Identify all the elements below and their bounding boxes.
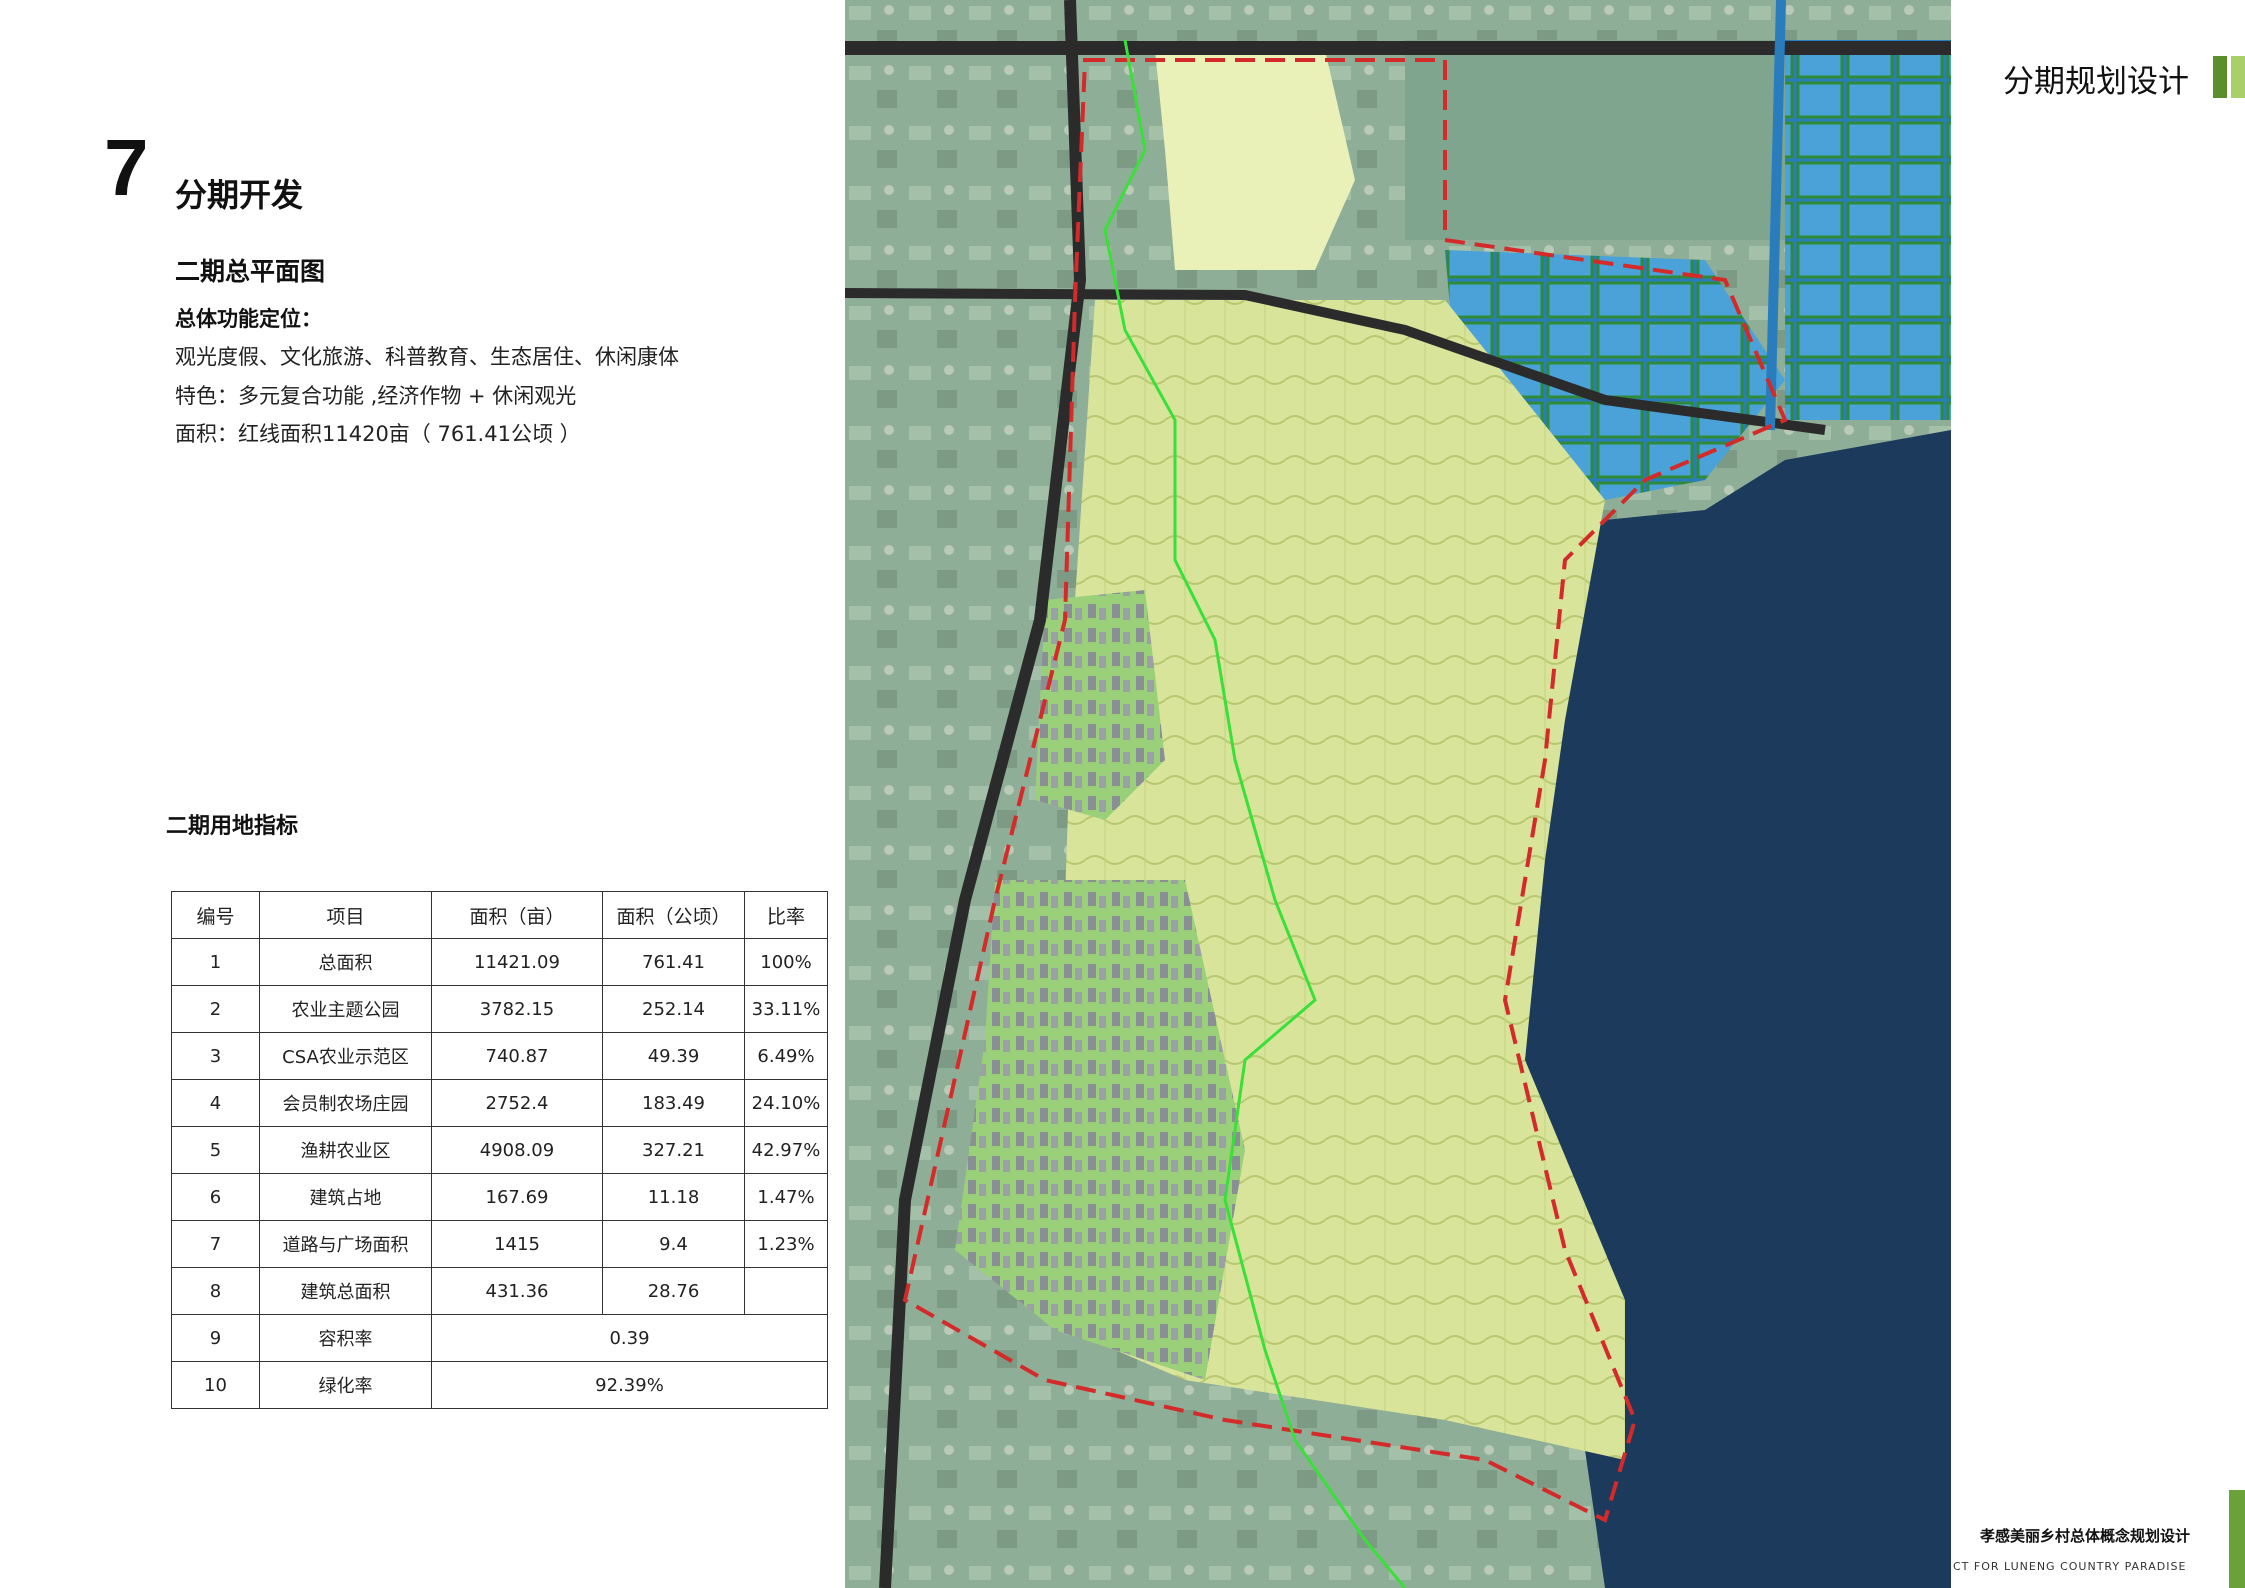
table-row: 4 会员制农场庄园 2752.4 183.49 24.10% bbox=[171, 1079, 828, 1127]
col-header-area-mu: 面积（亩） bbox=[431, 891, 603, 939]
table-row: 5 渔耕农业区 4908.09 327.21 42.97% bbox=[171, 1126, 828, 1174]
cell-area-ha: 183.49 bbox=[602, 1079, 745, 1127]
land-use-table: 编号 项目 面积（亩） 面积（公顷） 比率 1 总面积 11421.09 761.41… bbox=[171, 891, 828, 1409]
table-row: 1 总面积 11421.09 761.41 100% bbox=[171, 938, 828, 986]
cell-ratio: 1.23% bbox=[744, 1220, 828, 1268]
cell-value: 92.39% bbox=[431, 1361, 828, 1409]
cell-area-mu: 4908.09 bbox=[431, 1126, 603, 1174]
table-row: 8 建筑总面积 431.36 28.76 bbox=[171, 1267, 828, 1315]
table-row: 10 绿化率 92.39% bbox=[171, 1361, 828, 1409]
cell-number: 2 bbox=[171, 985, 260, 1033]
cell-item: 渔耕农业区 bbox=[259, 1126, 432, 1174]
cell-area-mu: 1415 bbox=[431, 1220, 603, 1268]
cell-item: 建筑总面积 bbox=[259, 1267, 432, 1315]
cell-area-mu: 2752.4 bbox=[431, 1079, 603, 1127]
table-row: 6 建筑占地 167.69 11.18 1.47% bbox=[171, 1173, 828, 1221]
section-title: 分期开发 bbox=[175, 176, 304, 214]
cell-ratio bbox=[744, 1267, 828, 1315]
cell-number: 7 bbox=[171, 1220, 260, 1268]
col-header-area-ha: 面积（公顷） bbox=[602, 891, 745, 939]
plan-subtitle: 二期总平面图 bbox=[175, 257, 326, 286]
cell-area-mu: 3782.15 bbox=[431, 985, 603, 1033]
info-line-area: 面积：红线面积11420亩（ 761.41公顷 ） bbox=[175, 422, 581, 446]
header-title: 分期规划设计 bbox=[2003, 64, 2189, 100]
cell-item: 绿化率 bbox=[259, 1361, 432, 1409]
header-accent-bar-light bbox=[2231, 56, 2245, 98]
table-row: 7 道路与广场面积 1415 9.4 1.23% bbox=[171, 1220, 828, 1268]
col-header-number: 编号 bbox=[171, 891, 260, 939]
table-row: 2 农业主题公园 3782.15 252.14 33.11% bbox=[171, 985, 828, 1033]
cell-number: 3 bbox=[171, 1032, 260, 1080]
cell-area-mu: 167.69 bbox=[431, 1173, 603, 1221]
cell-ratio: 33.11% bbox=[744, 985, 828, 1033]
fish-ponds-north bbox=[1405, 40, 1785, 240]
cell-ratio: 42.97% bbox=[744, 1126, 828, 1174]
section-number: 7 bbox=[104, 123, 149, 212]
col-header-item: 项目 bbox=[259, 891, 432, 939]
cell-area-mu: 11421.09 bbox=[431, 938, 603, 986]
cell-ratio: 1.47% bbox=[744, 1173, 828, 1221]
cell-area-ha: 252.14 bbox=[602, 985, 745, 1033]
cell-item: 总面积 bbox=[259, 938, 432, 986]
cell-number: 4 bbox=[171, 1079, 260, 1127]
cell-area-ha: 327.21 bbox=[602, 1126, 745, 1174]
cell-number: 8 bbox=[171, 1267, 260, 1315]
agri-park bbox=[1155, 50, 1355, 270]
cell-ratio: 24.10% bbox=[744, 1079, 828, 1127]
footer-title: 孝感美丽乡村总体概念规划设计 bbox=[1980, 1527, 2191, 1545]
cell-number: 9 bbox=[171, 1314, 260, 1362]
cell-item: 农业主题公园 bbox=[259, 985, 432, 1033]
cell-number: 10 bbox=[171, 1361, 260, 1409]
col-header-ratio: 比率 bbox=[744, 891, 828, 939]
info-line-functions: 观光度假、文化旅游、科普教育、生态居住、休闲康体 bbox=[175, 345, 679, 369]
footer-accent-bar bbox=[2229, 1490, 2245, 1588]
cell-area-ha: 49.39 bbox=[602, 1032, 745, 1080]
cell-area-ha: 11.18 bbox=[602, 1173, 745, 1221]
cell-area-mu: 740.87 bbox=[431, 1032, 603, 1080]
cell-ratio: 6.49% bbox=[744, 1032, 828, 1080]
cell-area-mu: 431.36 bbox=[431, 1267, 603, 1315]
table-row: 9 容积率 0.39 bbox=[171, 1314, 828, 1362]
cell-area-ha: 761.41 bbox=[602, 938, 745, 986]
cell-number: 1 bbox=[171, 938, 260, 986]
table-title: 二期用地指标 bbox=[166, 814, 299, 839]
cell-area-ha: 28.76 bbox=[602, 1267, 745, 1315]
cell-item: 会员制农场庄园 bbox=[259, 1079, 432, 1127]
cell-area-ha: 9.4 bbox=[602, 1220, 745, 1268]
cell-ratio: 100% bbox=[744, 938, 828, 986]
cell-number: 6 bbox=[171, 1173, 260, 1221]
master-plan-map bbox=[845, 0, 1951, 1588]
fish-ponds-northeast bbox=[1785, 40, 1951, 420]
table-row: 3 CSA农业示范区 740.87 49.39 6.49% bbox=[171, 1032, 828, 1080]
cell-item: 道路与广场面积 bbox=[259, 1220, 432, 1268]
cell-item: CSA农业示范区 bbox=[259, 1032, 432, 1080]
cell-item: 建筑占地 bbox=[259, 1173, 432, 1221]
cell-number: 5 bbox=[171, 1126, 260, 1174]
table-header-row: 编号 项目 面积（亩） 面积（公顷） 比率 bbox=[171, 891, 828, 939]
footer-subtitle: CT FOR LUNENG COUNTRY PARADISE bbox=[1953, 1560, 2187, 1573]
header-accent-bar bbox=[2213, 56, 2227, 98]
info-line-features: 特色：多元复合功能 ,经济作物 + 休闲观光 bbox=[175, 384, 577, 408]
cell-value: 0.39 bbox=[431, 1314, 828, 1362]
function-label: 总体功能定位： bbox=[175, 307, 322, 331]
cell-item: 容积率 bbox=[259, 1314, 432, 1362]
